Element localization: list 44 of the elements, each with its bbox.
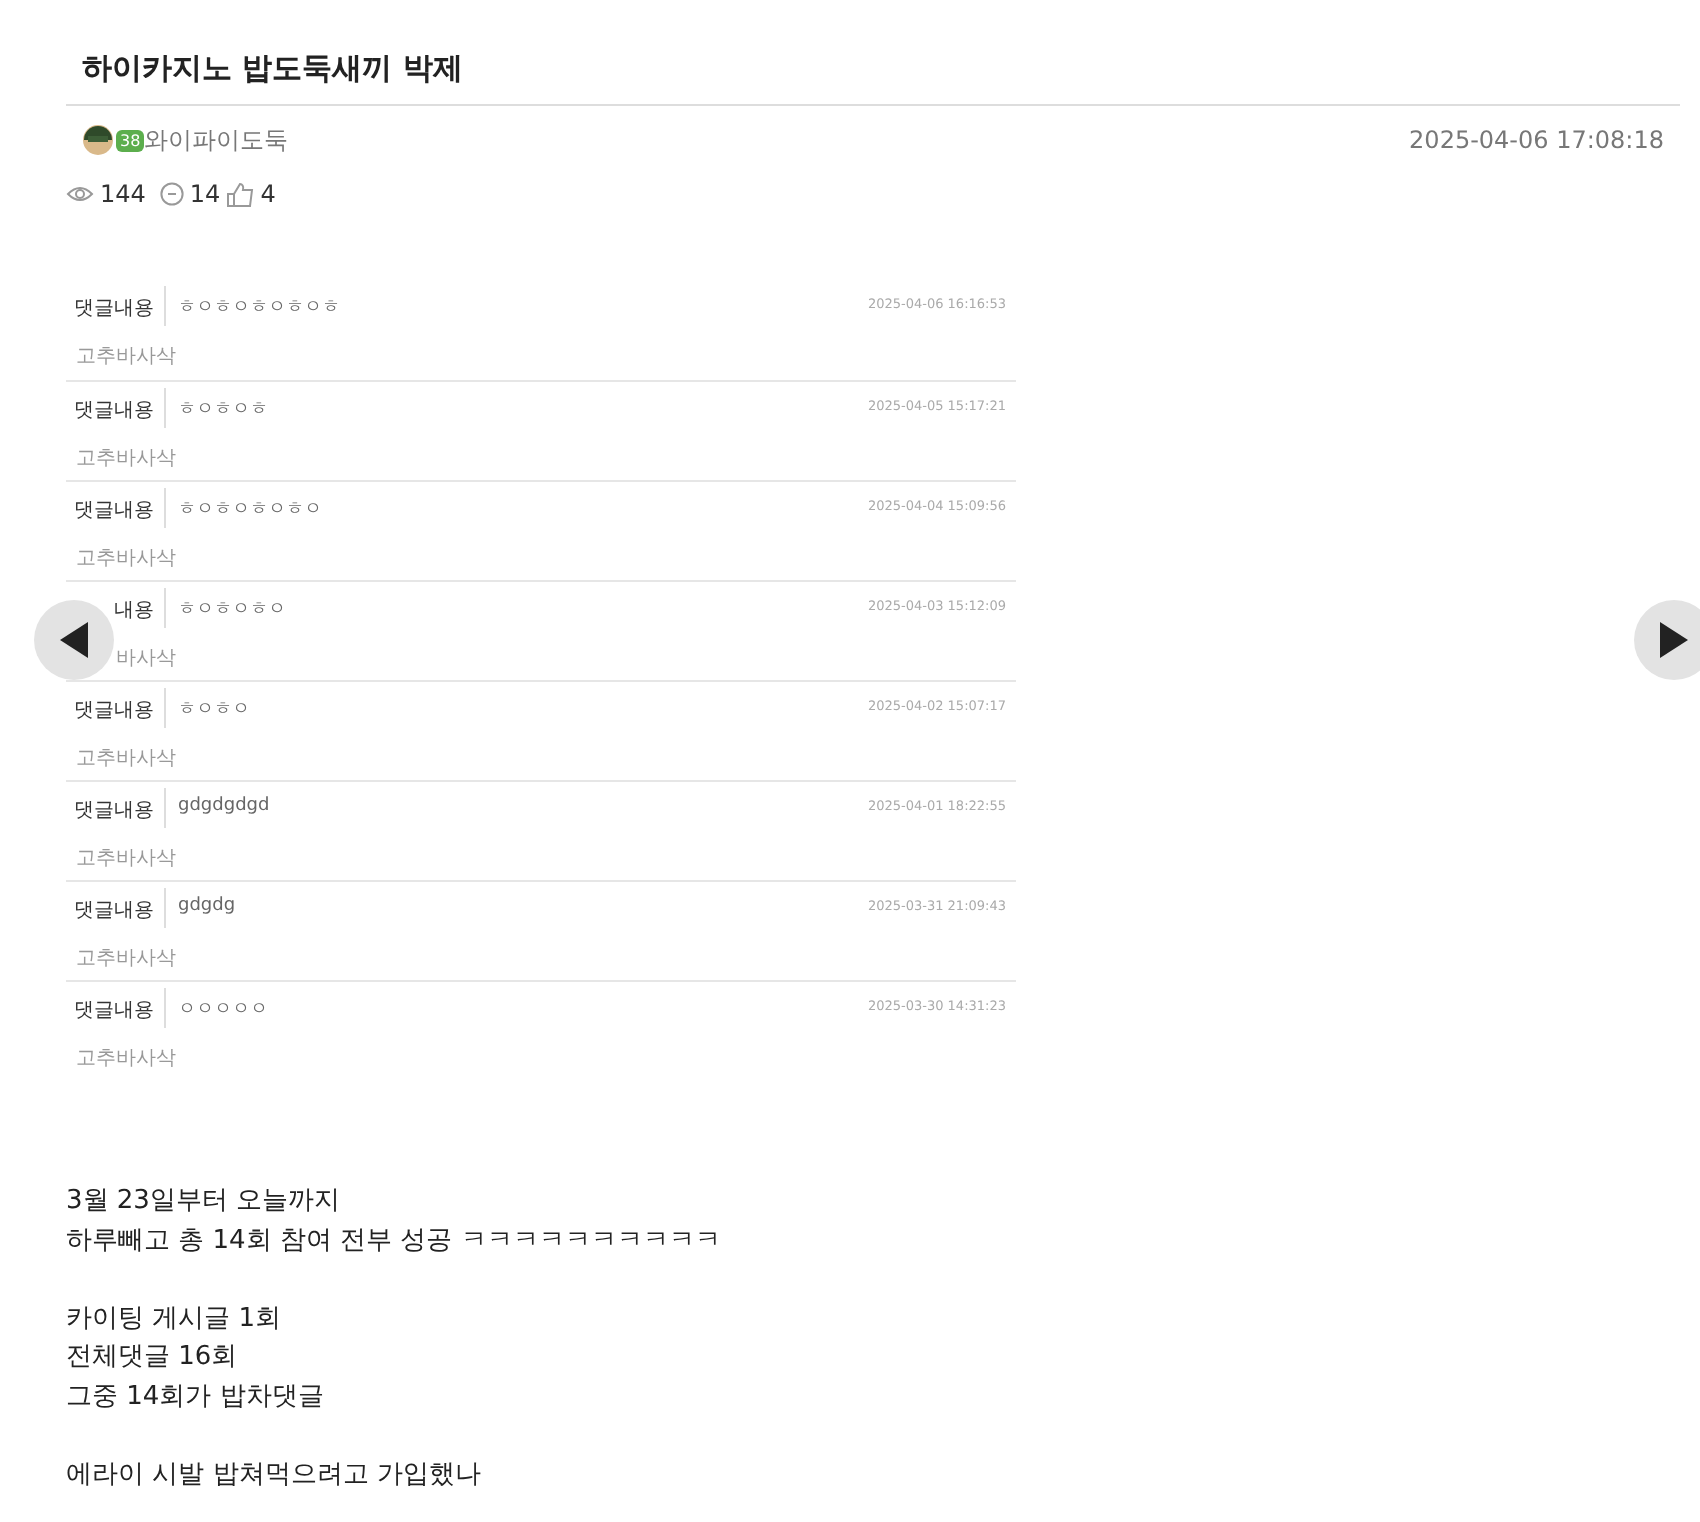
thumbs-up-icon [226, 181, 255, 207]
view-count: 144 [100, 180, 146, 208]
comment-icon [159, 182, 184, 206]
body-text-line: 하루빼고 총 14회 참여 전부 성공 ㅋㅋㅋㅋㅋㅋㅋㅋㅋㅋ [66, 1223, 721, 1259]
comment-text: ㅎㅇㅎㅇ [176, 698, 252, 724]
eye-icon [66, 184, 94, 204]
comment-text: gdgdgdgd [176, 794, 272, 820]
left-arrow-icon [58, 620, 90, 660]
right-arrow-icon [1658, 620, 1690, 660]
comment-author: 고추바사삭 [74, 446, 176, 472]
comment-text: gdgdg [176, 894, 238, 920]
like-count: 4 [260, 180, 276, 208]
previous-button[interactable] [34, 600, 114, 680]
author-name[interactable]: 와이파이도둑 [144, 123, 289, 157]
level-badge: 38 [116, 129, 145, 151]
body-text-line: 3월 23일부터 오늘까지 [66, 1184, 341, 1220]
comment-author: 바사삭 [114, 646, 176, 672]
post-date: 2025-04-06 17:08:18 [1409, 126, 1664, 154]
comment-text: ㅇㅇㅇㅇㅇ [176, 998, 270, 1024]
next-button[interactable] [1634, 600, 1700, 680]
comment-label: 댓글내용 [66, 388, 166, 428]
comment-count: 14 [189, 180, 221, 208]
comment-author: 고추바사삭 [74, 546, 176, 572]
comment-label: 댓글내용 [66, 988, 166, 1028]
body-text-line: 에라이 시발 밥쳐먹으려고 가입했나 [66, 1457, 481, 1493]
comment-text: ㅎㅇㅎㅇㅎ [176, 398, 270, 424]
comment-author: 고추바사삭 [74, 746, 176, 772]
comment-text: ㅎㅇㅎㅇㅎㅇ [176, 598, 288, 624]
comment-label: 댓글내용 [66, 488, 166, 528]
comment-author: 고추바사삭 [74, 846, 176, 872]
comment-label: 댓글내용 [66, 286, 166, 326]
comment-label: 댓글내용 [66, 788, 166, 828]
comment-author: 고추바사삭 [74, 946, 176, 972]
body-text-line: 전체댓글 16회 [66, 1340, 238, 1376]
body-text-line: 카이팅 게시글 1회 [66, 1301, 282, 1337]
body-text-line: 그중 14회가 밥차댓글 [66, 1379, 324, 1415]
comment-author: 고추바사삭 [74, 1046, 176, 1072]
comment-author: 고추바사삭 [74, 344, 176, 370]
comment-label: 댓글내용 [66, 688, 166, 728]
comment-text: ㅎㅇㅎㅇㅎㅇㅎㅇ [176, 498, 324, 524]
post-title: 하이카지노 밥도둑새끼 박제 [82, 48, 465, 90]
avatar-icon [82, 124, 114, 156]
comment-label: 댓글내용 [66, 888, 166, 928]
comment-text: ㅎㅇㅎㅇㅎㅇㅎㅇㅎ [176, 296, 342, 322]
